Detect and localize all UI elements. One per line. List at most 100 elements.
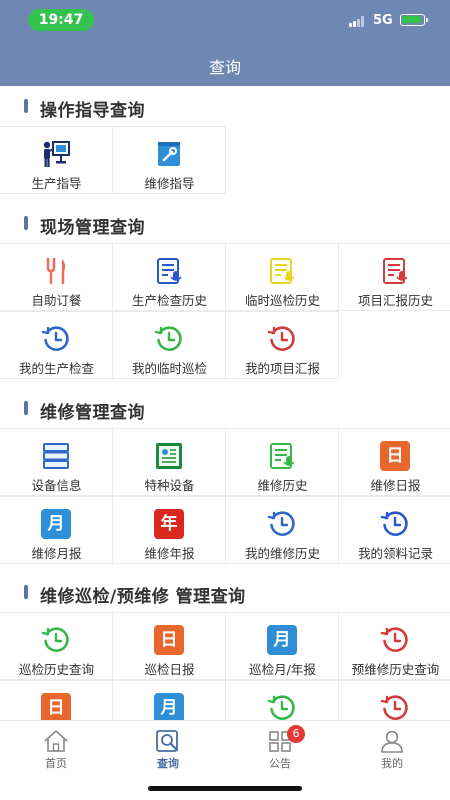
day-box-icon: 日: [41, 693, 71, 720]
grid-item-partial-daily[interactable]: 日: [0, 680, 113, 720]
grid-item-label: 生产检查历史: [131, 293, 207, 308]
tab-label: 首页: [45, 757, 67, 770]
fork-knife-icon: [46, 257, 66, 285]
grid-item-partial-monthly[interactable]: 月: [113, 680, 226, 720]
network-type: 5G: [373, 13, 393, 28]
grid-item-special-equipment[interactable]: 特种设备: [113, 428, 226, 496]
battery-icon: [400, 14, 428, 26]
grid-item-inspection-history-query[interactable]: 巡检历史查询: [0, 612, 113, 680]
notice-badge: 6: [287, 725, 305, 743]
grid-item-label: 维修历史: [257, 478, 308, 493]
home-indicator[interactable]: [148, 786, 302, 791]
grid-item-label: 设备信息: [31, 478, 82, 493]
clock-history-icon: [380, 627, 408, 652]
grid-item-maintenance-history[interactable]: 维修历史: [226, 428, 339, 496]
grid-item-meal-order[interactable]: 自助订餐: [0, 243, 113, 311]
doc-mic-icon: [383, 258, 408, 284]
tab-notice[interactable]: 公告: [224, 725, 336, 771]
gear-board-icon: [156, 443, 182, 469]
grid-item-label: 预维修历史查询: [351, 662, 440, 677]
tab-mine[interactable]: 我的: [336, 725, 448, 771]
grid-item-label: 自助订餐: [31, 293, 82, 308]
grid-item-label: 我的项目汇报: [244, 361, 320, 376]
grid-item-label: 巡检历史查询: [18, 662, 94, 677]
grid-item-maintenance-guide[interactable]: 维修指导: [113, 126, 226, 194]
section-header-inspection-management: 维修巡检/预维修 管理查询: [0, 572, 450, 612]
home-icon: [44, 730, 68, 752]
grid-item-maintenance-monthly[interactable]: 月 维修月报: [0, 496, 113, 564]
grid-item-production-guide[interactable]: 生产指导: [0, 126, 113, 194]
clock-history-icon: [380, 511, 408, 536]
doc-mic-icon: [270, 258, 295, 284]
status-bar: 19:47 5G: [0, 0, 450, 40]
month-box-icon: 月: [267, 625, 297, 655]
grid-item-my-temp-inspection[interactable]: 我的临时巡检: [113, 311, 226, 379]
clock-history-icon: [267, 695, 295, 720]
month-box-icon: 月: [154, 693, 184, 720]
tab-home[interactable]: 首页: [0, 725, 112, 771]
grid-item-partial-green-history[interactable]: [226, 680, 339, 720]
grid-item-partial-red-history[interactable]: [339, 680, 450, 720]
tab-label: 公告: [269, 757, 291, 770]
grid-item-label: 临时巡检历史: [244, 293, 320, 308]
grid-item-my-production-check[interactable]: 我的生产检查: [0, 311, 113, 379]
tab-label: 查询: [157, 757, 179, 770]
section-title: 现场管理查询: [40, 218, 145, 238]
grid-item-label: 巡检月/年报: [249, 662, 316, 677]
year-box-icon: 年: [154, 509, 184, 539]
grid-item-my-maintenance-history[interactable]: 我的维修历史: [226, 496, 339, 564]
grid-item-label: 维修月报: [31, 546, 82, 561]
wrench-book-icon: [158, 142, 180, 166]
presentation-icon: [43, 141, 70, 167]
grid-item-label: 项目汇报历史: [357, 293, 433, 308]
tab-label: 我的: [381, 757, 403, 770]
grid-item-label: 维修指导: [144, 176, 195, 191]
section-header-site-management: 现场管理查询: [0, 203, 450, 243]
clock-history-icon: [380, 695, 408, 720]
grid-item-label: 维修日报: [370, 478, 421, 493]
clock-history-icon: [154, 326, 182, 351]
clock-history-icon: [41, 326, 69, 351]
grid-item-my-material-records[interactable]: 我的领料记录: [339, 496, 450, 564]
month-box-icon: 月: [41, 509, 71, 539]
section-header-operation-guide: 操作指导查询: [0, 86, 450, 126]
grid-item-temp-inspection-history[interactable]: 临时巡检历史: [226, 243, 339, 311]
grid-item-label: 我的维修历史: [244, 546, 320, 561]
section-title: 维修管理查询: [40, 403, 145, 423]
grid-item-label: 维修年报: [144, 546, 195, 561]
grid-item-premaintenance-history-query[interactable]: 预维修历史查询: [339, 612, 450, 680]
user-icon: [381, 730, 403, 753]
signal-icon: [349, 16, 367, 27]
section-title: 操作指导查询: [40, 101, 145, 121]
page-title: 查询: [208, 58, 241, 77]
grid-item-inspection-monthly-yearly[interactable]: 月 巡检月/年报: [226, 612, 339, 680]
grid-item-maintenance-yearly[interactable]: 年 维修年报: [113, 496, 226, 564]
grid-item-label: 特种设备: [144, 478, 195, 493]
grid-item-label: 生产指导: [31, 176, 82, 191]
grid-item-equipment-info[interactable]: 设备信息: [0, 428, 113, 496]
clock-history-icon: [267, 511, 295, 536]
query-content[interactable]: 操作指导查询 生产指导 维修指导 现场管理查询 自助订餐 生产检查历史 临时巡检…: [0, 86, 450, 720]
doc-mic-icon: [157, 258, 182, 284]
section-header-maintenance-management: 维修管理查询: [0, 388, 450, 428]
clock-history-icon: [267, 326, 295, 351]
day-box-icon: 日: [154, 625, 184, 655]
top-bar: 19:47 5G 查询: [0, 0, 450, 86]
search-doc-icon: [156, 730, 179, 752]
day-box-icon: 日: [380, 441, 410, 471]
grid-item-label: 我的领料记录: [357, 546, 433, 561]
tab-query[interactable]: 查询: [112, 725, 224, 771]
grid-item-production-check-history[interactable]: 生产检查历史: [113, 243, 226, 311]
clock-history-icon: [41, 627, 69, 652]
grid-item-label: 巡检日报: [144, 662, 195, 677]
status-time: 19:47: [28, 9, 94, 31]
grid-item-label: 我的生产检查: [18, 361, 94, 376]
doc-mic-icon: [270, 443, 295, 469]
grid-item-my-project-report[interactable]: 我的项目汇报: [226, 311, 339, 379]
grid-item-label: 我的临时巡检: [131, 361, 207, 376]
grid-item-maintenance-daily[interactable]: 日 维修日报: [339, 428, 450, 496]
server-icon: [43, 443, 69, 469]
section-title: 维修巡检/预维修 管理查询: [40, 587, 246, 607]
grid-item-project-report-history[interactable]: 项目汇报历史: [339, 243, 450, 311]
grid-item-inspection-daily[interactable]: 日 巡检日报: [113, 612, 226, 680]
